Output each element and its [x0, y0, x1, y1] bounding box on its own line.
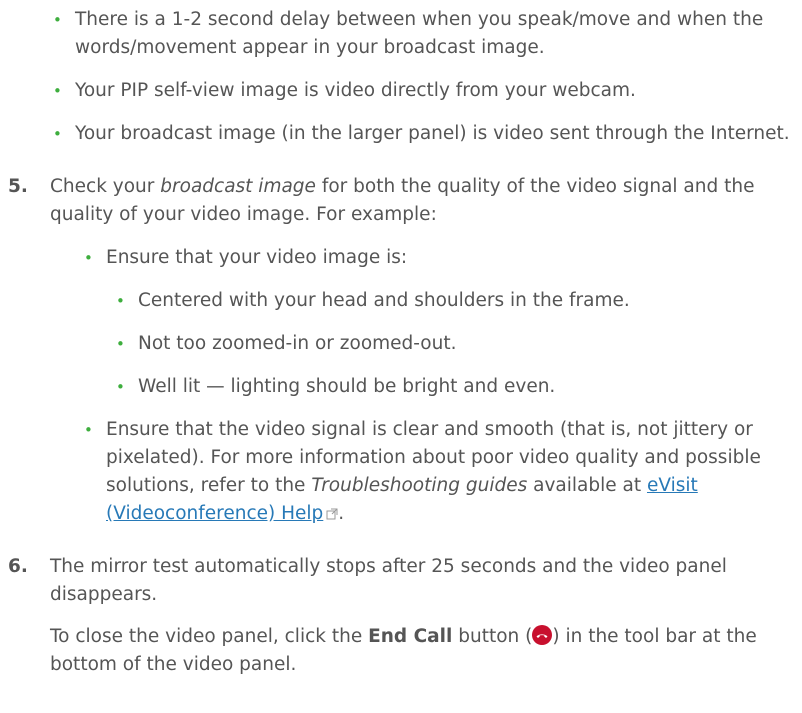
document-page: There is a 1-2 second delay between when…: [0, 6, 802, 713]
list-item: Your PIP self-view image is video direct…: [53, 77, 802, 105]
list-item: Ensure that your video image is:: [84, 244, 802, 272]
step-5-sub-bullet-list: Centered with your head and shoulders in…: [116, 287, 802, 401]
list-item: Not too zoomed-in or zoomed-out.: [116, 330, 802, 358]
step-6: 6. The mirror test automatically stops a…: [8, 553, 802, 679]
step-5: 5. Check your broadcast image for both t…: [8, 173, 802, 229]
list-item: Your broadcast image (in the larger pane…: [53, 120, 802, 148]
end-call-icon: [532, 625, 553, 645]
top-bullet-list: There is a 1-2 second delay between when…: [53, 6, 802, 148]
external-link-icon: [326, 508, 338, 520]
list-item: Centered with your head and shoulders in…: [116, 287, 802, 315]
step-number: 6.: [8, 556, 28, 577]
list-item: There is a 1-2 second delay between when…: [53, 6, 802, 62]
step-5-text: Check your broadcast image for both the …: [50, 176, 755, 225]
step-5-bullet-list: Ensure that your video image is:: [84, 244, 802, 272]
step-number: 5.: [8, 176, 28, 197]
step-6-close-instructions: To close the video panel, click the End …: [50, 625, 757, 675]
list-item: Ensure that the video signal is clear an…: [84, 416, 802, 528]
list-item: Well lit — lighting should be bright and…: [116, 373, 802, 401]
step-5-bullet-list-2: Ensure that the video signal is clear an…: [84, 416, 802, 528]
step-6-text: The mirror test automatically stops afte…: [50, 556, 727, 605]
